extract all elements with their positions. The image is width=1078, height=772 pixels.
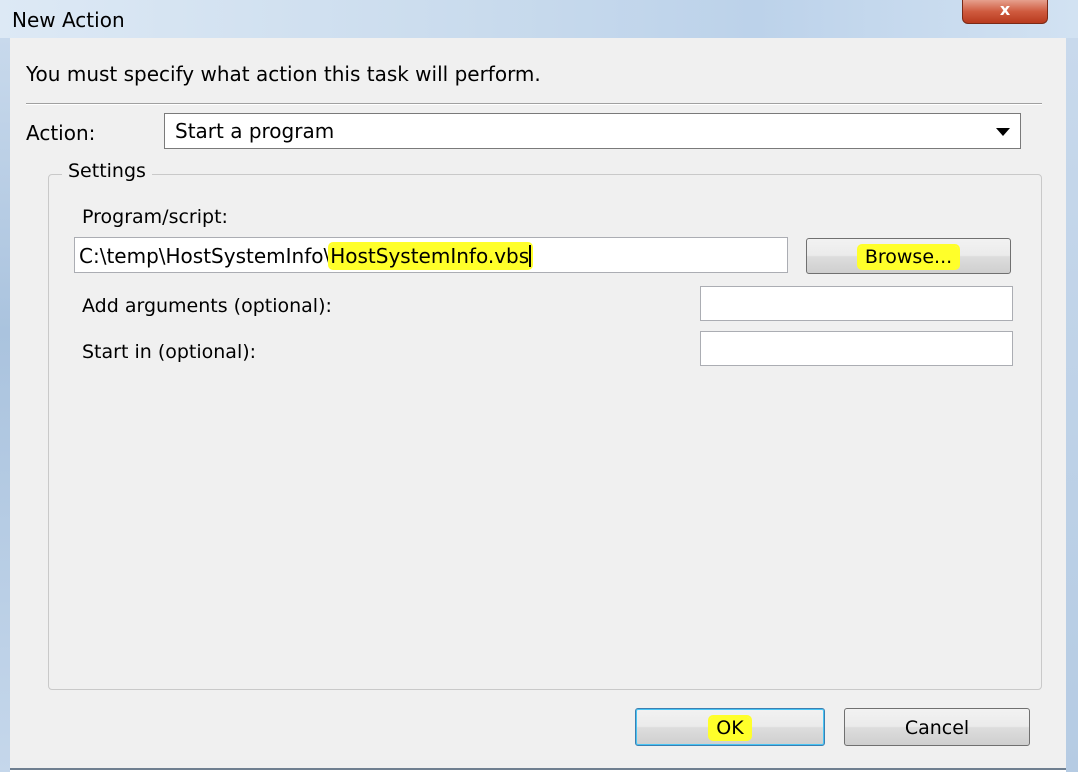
close-icon: x [999,0,1011,19]
program-script-label: Program/script: [82,206,228,228]
cancel-label: Cancel [904,717,970,739]
window-frame-right [1066,38,1078,772]
action-dropdown[interactable]: Start a program [164,113,1021,149]
start-in-input[interactable] [700,331,1013,366]
program-path-prefix: C:\temp\HostSystemInfo\ [79,244,331,268]
close-button[interactable]: x [962,0,1048,24]
program-script-value: C:\temp\HostSystemInfo\HostSystemInfo.vb… [79,244,532,268]
ok-button[interactable]: OK [635,708,825,746]
separator [26,103,1042,105]
window-frame-left [0,38,10,772]
arguments-label: Add arguments (optional): [82,295,332,317]
settings-legend: Settings [62,160,152,182]
cancel-button[interactable]: Cancel [844,708,1030,746]
text-caret [529,245,532,267]
title-bar[interactable]: New Action x [0,0,1078,39]
start-in-label: Start in (optional): [82,341,257,363]
program-filename-highlight: HostSystemInfo.vbs [330,244,532,268]
instruction-text: You must specify what action this task w… [26,62,541,86]
action-label: Action: [26,121,96,145]
arguments-input[interactable] [700,286,1013,321]
ok-label: OK [710,717,750,739]
program-script-input[interactable]: C:\temp\HostSystemInfo\HostSystemInfo.vb… [74,237,788,273]
program-filename: HostSystemInfo.vbs [330,244,530,268]
browse-label: Browse... [858,246,959,268]
chevron-down-icon [996,128,1010,136]
window-title: New Action [12,8,125,32]
action-selected-value: Start a program [175,119,335,143]
browse-button[interactable]: Browse... [806,238,1011,274]
